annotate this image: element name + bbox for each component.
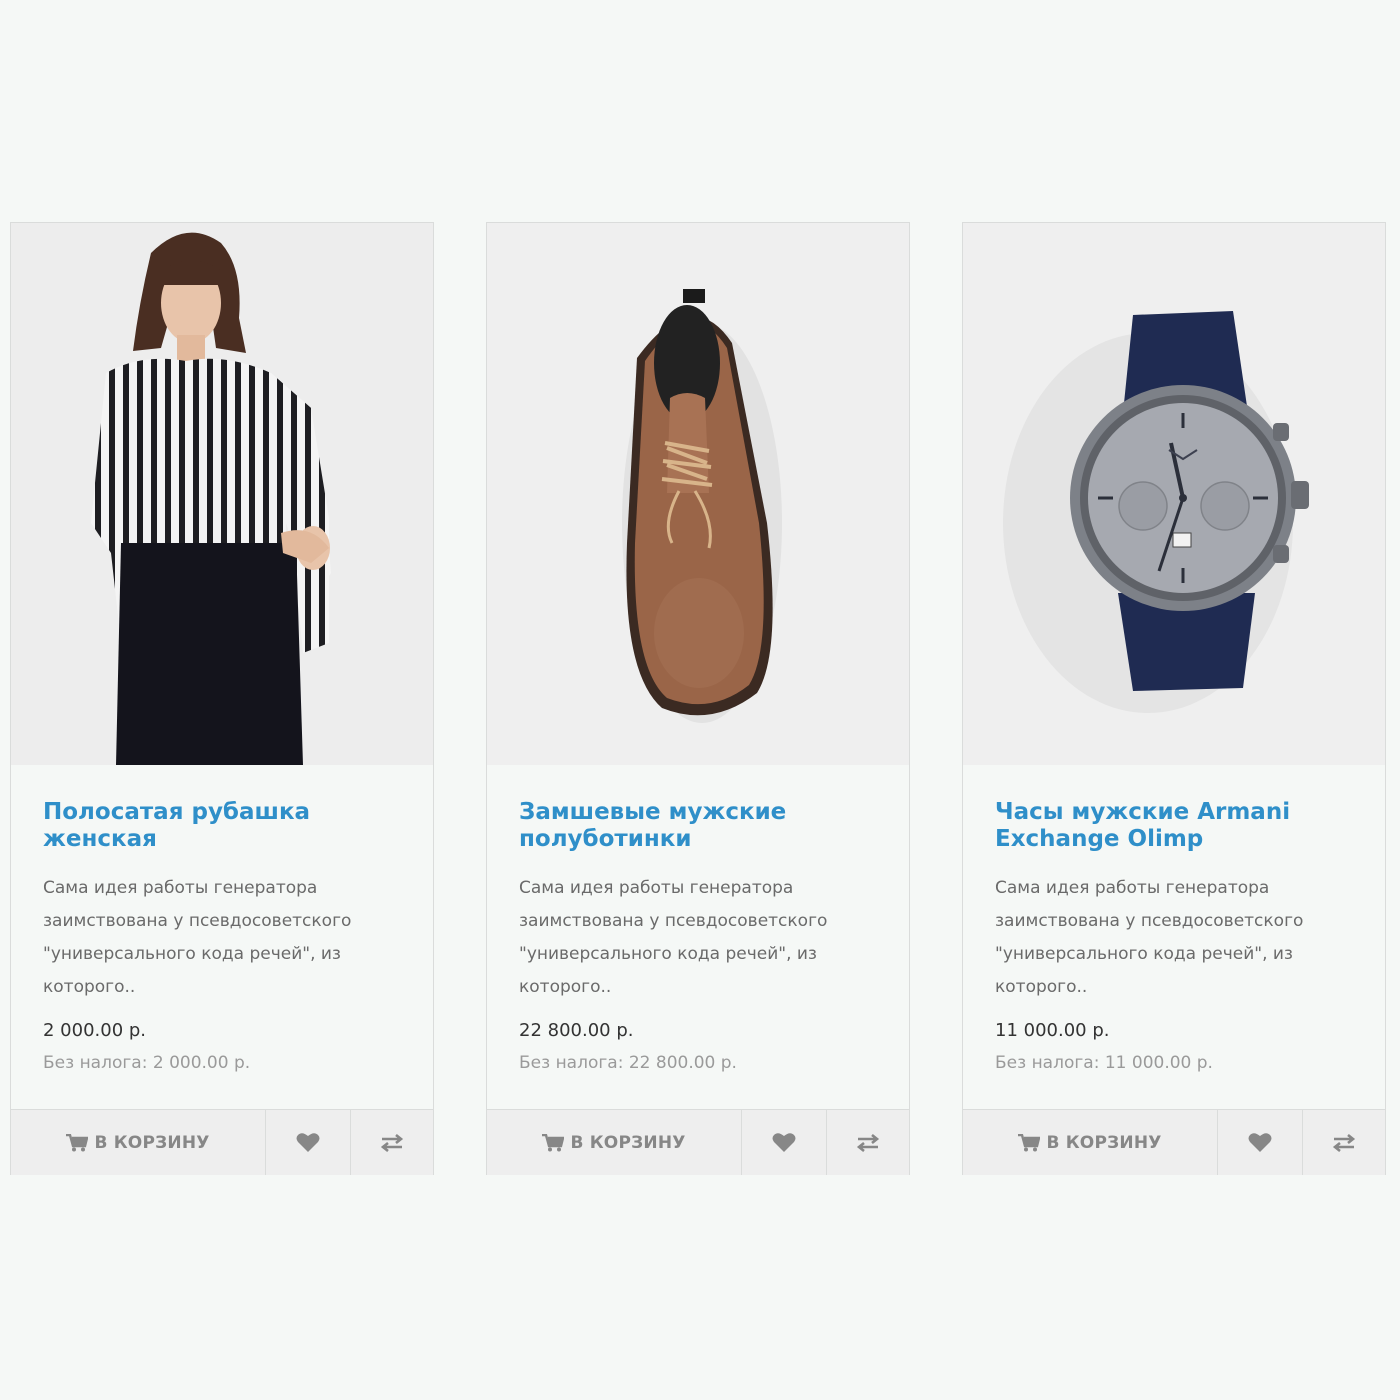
wrist-watch-photo — [963, 223, 1385, 765]
exchange-arrows-icon — [1332, 1133, 1356, 1152]
product-button-group: В КОРЗИНУ — [11, 1109, 433, 1175]
product-price-tax: Без налога: 2 000.00 р. — [43, 1053, 251, 1073]
suede-boot-photo — [487, 223, 909, 765]
striped-blouse-photo — [11, 223, 433, 765]
add-to-cart-label: В КОРЗИНУ — [570, 1132, 686, 1153]
compare-button[interactable] — [827, 1110, 909, 1175]
product-image[interactable] — [11, 223, 433, 765]
product-caption: Часы мужские Armani Exchange Olimp Сама … — [995, 799, 1355, 1074]
exchange-arrows-icon — [380, 1133, 404, 1152]
product-image[interactable] — [487, 223, 909, 765]
compare-button[interactable] — [1303, 1110, 1385, 1175]
product-description: Сама идея работы генератора заимствована… — [43, 878, 352, 997]
add-to-cart-button[interactable]: В КОРЗИНУ — [11, 1110, 266, 1175]
add-to-wishlist-button[interactable] — [266, 1110, 351, 1175]
shopping-cart-icon — [1018, 1133, 1041, 1151]
heart-icon — [296, 1133, 320, 1152]
heart-icon — [772, 1133, 796, 1152]
add-to-cart-button[interactable]: В КОРЗИНУ — [963, 1110, 1218, 1175]
product-caption: Замшевые мужские полуботинки Сама идея р… — [519, 799, 879, 1074]
product-card: Полосатая рубашка женская Сама идея рабо… — [10, 222, 434, 1175]
product-price: 22 800.00 р. — [519, 1020, 634, 1041]
exchange-arrows-icon — [856, 1133, 880, 1152]
product-grid: Полосатая рубашка женская Сама идея рабо… — [10, 222, 1390, 1177]
product-image[interactable] — [963, 223, 1385, 765]
add-to-cart-label: В КОРЗИНУ — [94, 1132, 210, 1153]
product-caption: Полосатая рубашка женская Сама идея рабо… — [43, 799, 403, 1074]
product-price-tax: Без налога: 11 000.00 р. — [995, 1053, 1213, 1073]
heart-icon — [1248, 1133, 1272, 1152]
add-to-cart-button[interactable]: В КОРЗИНУ — [487, 1110, 742, 1175]
product-description: Сама идея работы генератора заимствована… — [995, 878, 1304, 997]
product-price: 2 000.00 р. — [43, 1020, 147, 1041]
product-title-link[interactable]: Замшевые мужские полуботинки — [519, 799, 819, 853]
add-to-cart-label: В КОРЗИНУ — [1046, 1132, 1162, 1153]
product-price-tax: Без налога: 22 800.00 р. — [519, 1053, 737, 1073]
product-button-group: В КОРЗИНУ — [487, 1109, 909, 1175]
product-card: Замшевые мужские полуботинки Сама идея р… — [486, 222, 910, 1175]
product-description: Сама идея работы генератора заимствована… — [519, 878, 828, 997]
shopping-cart-icon — [66, 1133, 89, 1151]
product-price: 11 000.00 р. — [995, 1020, 1110, 1041]
product-title-link[interactable]: Полосатая рубашка женская — [43, 799, 343, 853]
shopping-cart-icon — [542, 1133, 565, 1151]
product-card: Часы мужские Armani Exchange Olimp Сама … — [962, 222, 1386, 1175]
add-to-wishlist-button[interactable] — [1218, 1110, 1303, 1175]
compare-button[interactable] — [351, 1110, 433, 1175]
product-title-link[interactable]: Часы мужские Armani Exchange Olimp — [995, 799, 1295, 853]
add-to-wishlist-button[interactable] — [742, 1110, 827, 1175]
product-button-group: В КОРЗИНУ — [963, 1109, 1385, 1175]
